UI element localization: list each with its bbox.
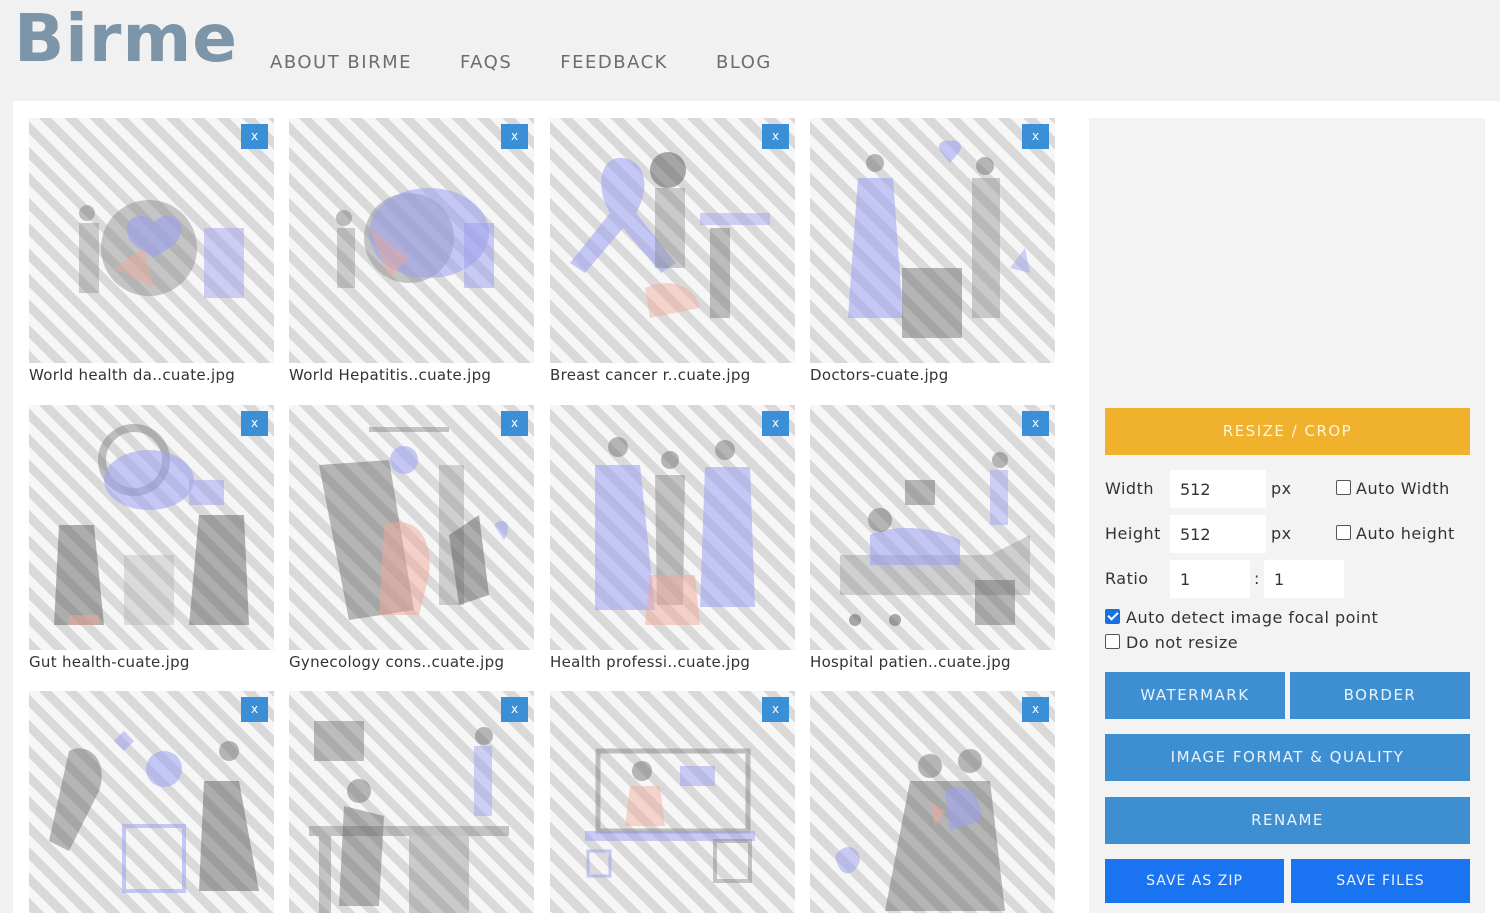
- thumbnail-image[interactable]: x: [289, 691, 534, 913]
- auto-height-label: Auto height: [1356, 524, 1455, 543]
- save-files-button[interactable]: SAVE FILES: [1291, 859, 1470, 903]
- thumbnail-filename: Health professi..cuate.jpg: [550, 653, 751, 671]
- height-label: Height: [1105, 524, 1161, 543]
- nav-about[interactable]: ABOUT BIRME: [270, 52, 412, 73]
- height-unit: px: [1271, 524, 1292, 543]
- settings-panel: [1089, 118, 1485, 913]
- thumbnail-card[interactable]: x: [810, 691, 1055, 913]
- no-resize-label: Do not resize: [1126, 633, 1239, 652]
- focal-point-label: Auto detect image focal point: [1126, 608, 1379, 627]
- thumbnail-card[interactable]: x Doctors-cuate.jpg: [810, 118, 1055, 384]
- ratio-height-input[interactable]: [1264, 560, 1344, 598]
- thumbnail-card[interactable]: x Gut health-cuate.jpg: [29, 405, 274, 671]
- close-icon[interactable]: x: [501, 697, 528, 722]
- thumbnail-card[interactable]: x World Hepatitis..cuate.jpg: [289, 118, 534, 384]
- auto-width-checkbox[interactable]: [1336, 480, 1351, 495]
- close-icon[interactable]: x: [1022, 124, 1049, 149]
- thumbnail-image[interactable]: x: [550, 405, 795, 650]
- auto-width-label: Auto Width: [1356, 479, 1450, 498]
- close-icon[interactable]: x: [1022, 411, 1049, 436]
- thumbnail-filename: Gynecology cons..cuate.jpg: [289, 653, 505, 671]
- thumbnail-card[interactable]: x Breast cancer r..cuate.jpg: [550, 118, 795, 384]
- thumbnail-image[interactable]: x: [29, 405, 274, 650]
- border-button[interactable]: BORDER: [1290, 672, 1470, 719]
- close-icon[interactable]: x: [501, 124, 528, 149]
- width-input[interactable]: [1170, 470, 1266, 508]
- logo[interactable]: Birme: [14, 0, 238, 77]
- ratio-separator: :: [1254, 569, 1260, 588]
- nav-blog[interactable]: BLOG: [716, 52, 772, 73]
- thumbnail-image[interactable]: x: [29, 118, 274, 363]
- close-icon[interactable]: x: [762, 124, 789, 149]
- ratio-label: Ratio: [1105, 569, 1149, 588]
- thumbnail-image[interactable]: x: [550, 691, 795, 913]
- thumbnail-filename: World health da..cuate.jpg: [29, 366, 236, 384]
- thumbnail-card[interactable]: x Health professi..cuate.jpg: [550, 405, 795, 671]
- close-icon[interactable]: x: [762, 697, 789, 722]
- auto-height-checkbox[interactable]: [1336, 525, 1351, 540]
- close-icon[interactable]: x: [241, 124, 268, 149]
- thumbnail-card[interactable]: x: [550, 691, 795, 913]
- thumbnail-image[interactable]: x: [810, 691, 1055, 913]
- header: Birme ABOUT BIRME FAQS FEEDBACK BLOG: [0, 0, 1500, 88]
- close-icon[interactable]: x: [501, 411, 528, 436]
- height-input[interactable]: [1170, 515, 1266, 553]
- watermark-button[interactable]: WATERMARK: [1105, 672, 1285, 719]
- width-unit: px: [1271, 479, 1292, 498]
- thumbnail-image[interactable]: x: [289, 118, 534, 363]
- main-nav: ABOUT BIRME FAQS FEEDBACK BLOG: [270, 52, 820, 73]
- thumbnail-image[interactable]: x: [289, 405, 534, 650]
- width-label: Width: [1105, 479, 1154, 498]
- thumbnail-image[interactable]: x: [810, 118, 1055, 363]
- thumbnail-card[interactable]: x: [289, 691, 534, 913]
- thumbnail-filename: Doctors-cuate.jpg: [810, 366, 949, 384]
- thumbnail-image[interactable]: x: [29, 691, 274, 913]
- nav-faqs[interactable]: FAQS: [460, 52, 512, 73]
- no-resize-checkbox[interactable]: [1105, 634, 1120, 649]
- focal-point-checkbox[interactable]: [1105, 609, 1120, 624]
- thumbnail-image[interactable]: x: [550, 118, 795, 363]
- thumbnail-filename: Gut health-cuate.jpg: [29, 653, 190, 671]
- thumbnail-card[interactable]: x: [29, 691, 274, 913]
- resize-crop-button[interactable]: RESIZE / CROP: [1105, 408, 1470, 455]
- thumbnail-filename: World Hepatitis..cuate.jpg: [289, 366, 492, 384]
- nav-feedback[interactable]: FEEDBACK: [560, 52, 668, 73]
- thumbnail-card[interactable]: x World health da..cuate.jpg: [29, 118, 274, 384]
- thumbnail-card[interactable]: x Gynecology cons..cuate.jpg: [289, 405, 534, 671]
- close-icon[interactable]: x: [241, 411, 268, 436]
- rename-button[interactable]: RENAME: [1105, 797, 1470, 844]
- close-icon[interactable]: x: [1022, 697, 1049, 722]
- ratio-width-input[interactable]: [1170, 560, 1250, 598]
- thumbnail-filename: Hospital patien..cuate.jpg: [810, 653, 1011, 671]
- save-zip-button[interactable]: SAVE AS ZIP: [1105, 859, 1284, 903]
- thumbnail-filename: Breast cancer r..cuate.jpg: [550, 366, 751, 384]
- close-icon[interactable]: x: [241, 697, 268, 722]
- image-format-button[interactable]: IMAGE FORMAT & QUALITY: [1105, 734, 1470, 781]
- thumbnail-image[interactable]: x: [810, 405, 1055, 650]
- thumbnail-card[interactable]: x Hospital patien..cuate.jpg: [810, 405, 1055, 671]
- close-icon[interactable]: x: [762, 411, 789, 436]
